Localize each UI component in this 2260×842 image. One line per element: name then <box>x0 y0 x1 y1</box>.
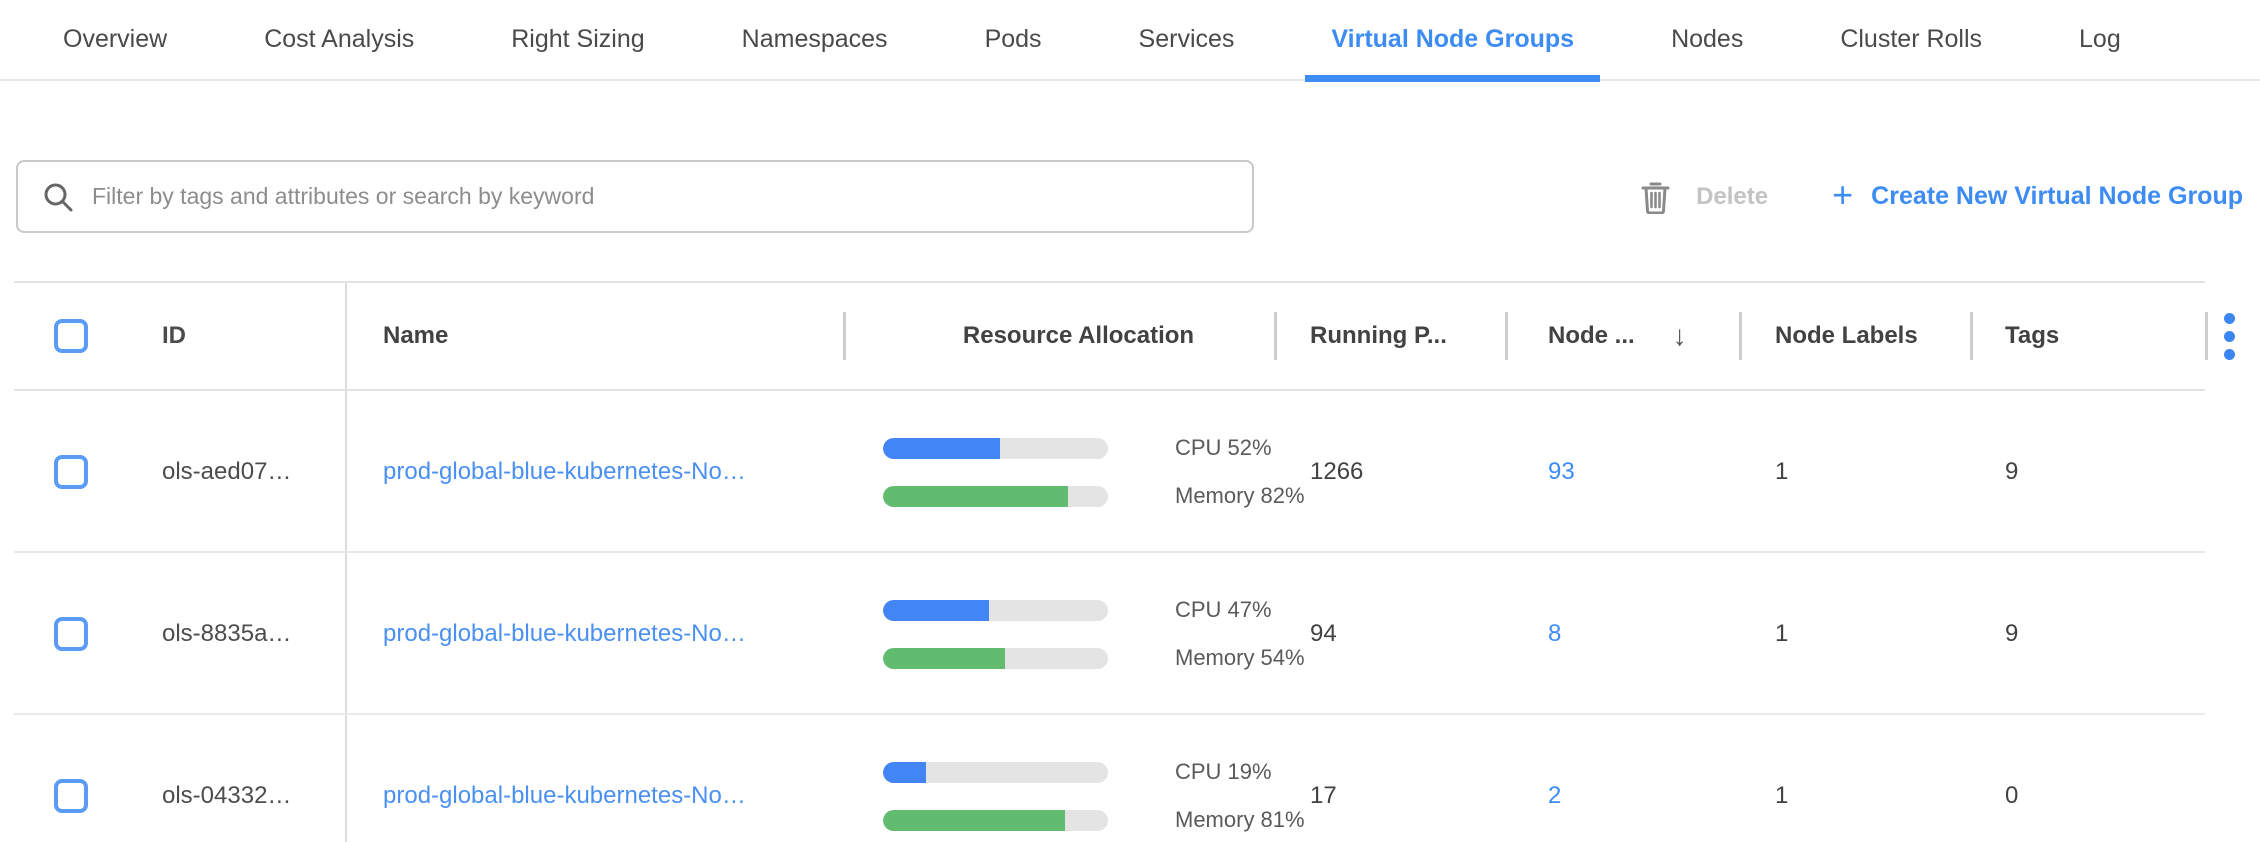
node-labels-count: 1 <box>1775 620 1788 648</box>
cpu-usage-bar: CPU 19% <box>883 759 1272 785</box>
memory-usage-bar: Memory 82% <box>883 483 1305 509</box>
memory-bar-fill <box>883 648 1005 669</box>
row-name-link[interactable]: prod-global-blue-kubernetes-No… <box>383 458 746 486</box>
node-labels-count: 1 <box>1775 782 1788 810</box>
tags-count: 9 <box>2005 458 2018 486</box>
column-header-node-labels[interactable]: Node Labels <box>1775 322 1918 350</box>
toolbar-actions: Delete + Create New Virtual Node Group <box>1641 179 2243 215</box>
create-new-virtual-node-group-button[interactable]: + Create New Virtual Node Group <box>1832 179 2243 215</box>
column-header-running-pods[interactable]: Running P... <box>1310 322 1447 350</box>
tab-bar: Overview Cost Analysis Right Sizing Name… <box>0 0 2260 81</box>
tab-pods[interactable]: Pods <box>959 0 1068 79</box>
row-name-link[interactable]: prod-global-blue-kubernetes-No… <box>383 782 746 810</box>
running-pods-count: 94 <box>1310 620 1337 648</box>
delete-button[interactable]: Delete <box>1641 180 1768 214</box>
cpu-usage-label: CPU 19% <box>1175 759 1272 785</box>
table-row: ols-aed07… prod-global-blue-kubernetes-N… <box>0 391 2260 553</box>
tab-virtual-node-groups[interactable]: Virtual Node Groups <box>1305 0 1600 79</box>
row-name-link[interactable]: prod-global-blue-kubernetes-No… <box>383 620 746 648</box>
active-tab-underline <box>1305 75 1600 82</box>
memory-usage-bar: Memory 54% <box>883 645 1305 671</box>
memory-bar-fill <box>883 486 1068 507</box>
memory-usage-bar: Memory 81% <box>883 807 1305 833</box>
cpu-usage-label: CPU 47% <box>1175 597 1272 623</box>
nodes-count-link[interactable]: 93 <box>1548 458 1575 486</box>
table-body: ols-aed07… prod-global-blue-kubernetes-N… <box>0 391 2260 842</box>
row-checkbox[interactable] <box>54 455 88 489</box>
select-all-checkbox[interactable] <box>54 319 88 353</box>
running-pods-count: 1266 <box>1310 458 1363 486</box>
column-header-tags[interactable]: Tags <box>2005 322 2059 350</box>
table-row: ols-04332… prod-global-blue-kubernetes-N… <box>0 715 2260 842</box>
running-pods-count: 17 <box>1310 782 1337 810</box>
nodes-count-link[interactable]: 2 <box>1548 782 1561 810</box>
cpu-bar-fill <box>883 438 1000 459</box>
cpu-usage-label: CPU 52% <box>1175 435 1272 461</box>
node-labels-count: 1 <box>1775 458 1788 486</box>
tab-nodes[interactable]: Nodes <box>1645 0 1769 79</box>
tab-cost-analysis[interactable]: Cost Analysis <box>238 0 440 79</box>
column-header-name[interactable]: Name <box>383 322 448 350</box>
column-options-menu-icon[interactable] <box>2224 313 2235 360</box>
tab-overview[interactable]: Overview <box>37 0 193 79</box>
tab-cluster-rolls[interactable]: Cluster Rolls <box>1814 0 2008 79</box>
search-input[interactable] <box>92 183 1252 210</box>
column-header-resource-allocation[interactable]: Resource Allocation <box>963 322 1194 350</box>
tags-count: 9 <box>2005 620 2018 648</box>
tab-right-sizing[interactable]: Right Sizing <box>485 0 670 79</box>
create-label: Create New Virtual Node Group <box>1871 182 2243 211</box>
row-id: ols-aed07… <box>162 458 291 486</box>
cpu-usage-bar: CPU 52% <box>883 435 1272 461</box>
virtual-node-groups-table: ID Name Resource Allocation Running P...… <box>0 281 2260 842</box>
toolbar: Delete + Create New Virtual Node Group <box>0 160 2260 233</box>
row-checkbox[interactable] <box>54 617 88 651</box>
column-header-nodes[interactable]: Node ... <box>1548 322 1635 350</box>
memory-bar-fill <box>883 810 1065 831</box>
tab-services[interactable]: Services <box>1113 0 1261 79</box>
row-id: ols-04332… <box>162 782 291 810</box>
tags-count: 0 <box>2005 782 2018 810</box>
plus-icon: + <box>1832 177 1853 213</box>
cpu-usage-bar: CPU 47% <box>883 597 1272 623</box>
table-header-row: ID Name Resource Allocation Running P...… <box>0 281 2260 391</box>
row-id: ols-8835a… <box>162 620 291 648</box>
search-icon <box>42 181 74 213</box>
nodes-count-link[interactable]: 8 <box>1548 620 1561 648</box>
delete-label: Delete <box>1696 183 1768 211</box>
tab-namespaces[interactable]: Namespaces <box>716 0 914 79</box>
cpu-bar-fill <box>883 600 989 621</box>
tab-log[interactable]: Log <box>2053 0 2147 79</box>
trash-icon <box>1641 180 1670 214</box>
column-header-id[interactable]: ID <box>162 322 186 350</box>
search-box[interactable] <box>16 160 1254 233</box>
cpu-bar-fill <box>883 762 926 783</box>
row-checkbox[interactable] <box>54 779 88 813</box>
table-row: ols-8835a… prod-global-blue-kubernetes-N… <box>0 553 2260 715</box>
sort-descending-icon[interactable]: ↓ <box>1673 320 1687 352</box>
